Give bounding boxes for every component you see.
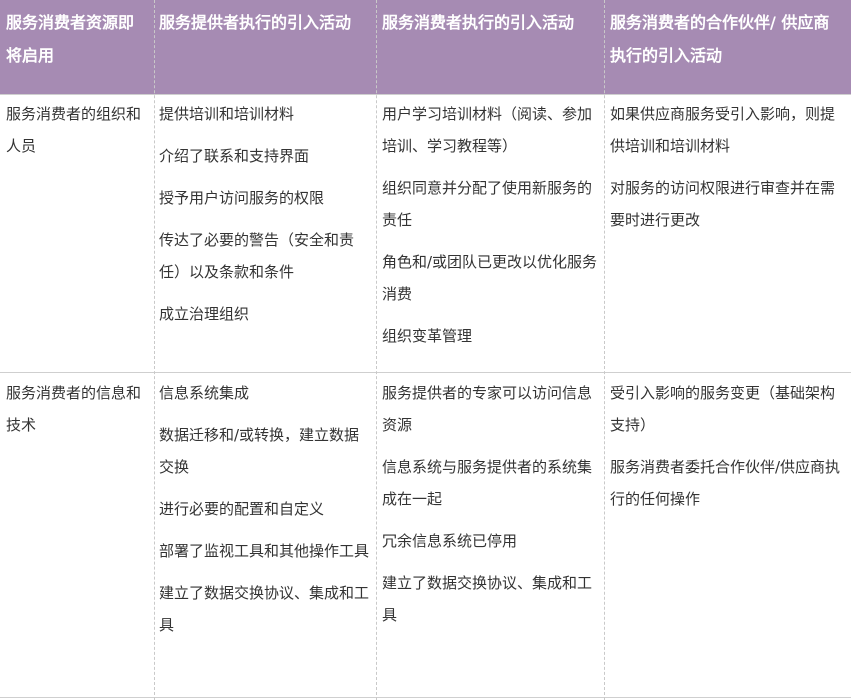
list-item: 受引入影响的服务变更（基础架构支持） — [610, 384, 836, 434]
row-divider — [0, 94, 851, 95]
list-item: 如果供应商服务受引入影响，则提供培训和培训材料 — [610, 105, 836, 155]
list-item: 角色和/或团队已更改以优化服务消费 — [382, 253, 598, 303]
list-item: 冗余信息系统已停用 — [382, 532, 518, 550]
row1-partner-cell: 如果供应商服务受引入影响，则提供培训和培训材料 对服务的访问权限进行审查并在需要… — [610, 98, 844, 246]
list-item: 服务提供者的专家可以访问信息资源 — [382, 384, 593, 434]
row2-partner-cell: 受引入影响的服务变更（基础架构支持） 服务消费者委托合作伙伴/供应商执行的任何操… — [610, 377, 844, 525]
header-consumer-activities: 服务消费者执行的引入活动 — [382, 13, 575, 32]
onboarding-table: 服务消费者资源即将启用 服务提供者执行的引入活动 服务消费者执行的引入活动 服务… — [0, 0, 851, 700]
column-divider — [154, 0, 155, 700]
list-item: 对服务的访问权限进行审查并在需要时进行更改 — [610, 179, 836, 229]
list-item: 用户学习培训材料（阅读、参加培训、学习教程等） — [382, 105, 593, 155]
column-divider — [604, 0, 605, 700]
list-item: 成立治理组织 — [159, 305, 250, 323]
list-item: 数据迁移和/或转换，建立数据交换 — [159, 426, 360, 476]
row1-consumer-cell: 用户学习培训材料（阅读、参加培训、学习教程等） 组织同意并分配了使用新服务的责任… — [382, 98, 600, 362]
list-item: 部署了监视工具和其他操作工具 — [159, 542, 370, 560]
row1-provider-cell: 提供培训和培训材料 介绍了联系和支持界面 授予用户访问服务的权限 传达了必要的警… — [159, 98, 373, 340]
header-provider-activities: 服务提供者执行的引入活动 — [159, 13, 352, 32]
list-item: 进行必要的配置和自定义 — [159, 500, 325, 518]
row2-provider-cell: 信息系统集成 数据迁移和/或转换，建立数据交换 进行必要的配置和自定义 部署了监… — [159, 377, 373, 651]
row2-consumer-cell: 服务提供者的专家可以访问信息资源 信息系统与服务提供者的系统集成在一起 冗余信息… — [382, 377, 600, 641]
list-item: 介绍了联系和支持界面 — [159, 147, 310, 165]
list-item: 提供培训和培训材料 — [159, 105, 295, 123]
list-item: 组织变革管理 — [382, 327, 473, 345]
row-label-information: 服务消费者的信息和技术 — [6, 384, 142, 434]
list-item: 信息系统集成 — [159, 384, 250, 402]
list-item: 授予用户访问服务的权限 — [159, 189, 325, 207]
list-item: 传达了必要的警告（安全和责任）以及条款和条件 — [159, 231, 355, 281]
row-label-organization: 服务消费者的组织和人员 — [6, 105, 142, 155]
column-divider — [376, 0, 377, 700]
list-item: 组织同意并分配了使用新服务的责任 — [382, 179, 593, 229]
list-item: 信息系统与服务提供者的系统集成在一起 — [382, 458, 593, 508]
header-resources: 服务消费者资源即将启用 — [6, 13, 135, 65]
header-partner-activities: 服务消费者的合作伙伴/ 供应商执行的引入活动 — [610, 13, 830, 65]
table-header: 服务消费者资源即将启用 服务提供者执行的引入活动 服务消费者执行的引入活动 服务… — [0, 0, 851, 94]
row-divider — [0, 372, 851, 373]
row-divider — [0, 697, 851, 698]
list-item: 建立了数据交换协议、集成和工具 — [159, 584, 370, 634]
list-item: 建立了数据交换协议、集成和工具 — [382, 574, 593, 624]
list-item: 服务消费者委托合作伙伴/供应商执行的任何操作 — [610, 458, 841, 508]
